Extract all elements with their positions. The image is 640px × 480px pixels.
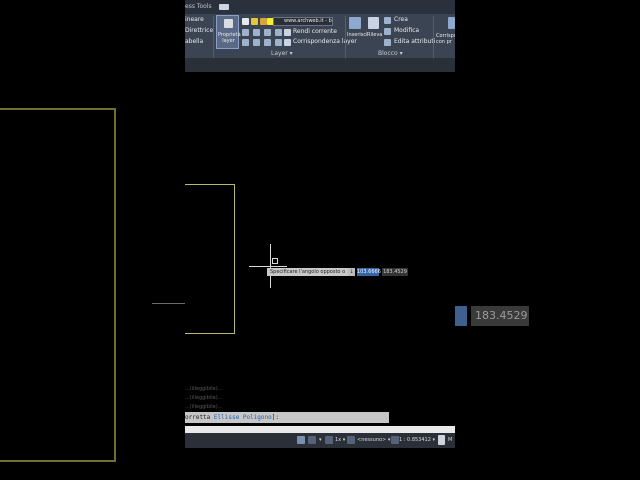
- layer-tool-icon[interactable]: [275, 29, 282, 36]
- block-group-label[interactable]: Blocco ▾: [378, 50, 403, 57]
- ghost-line: [152, 303, 185, 304]
- match-layer-button[interactable]: Corrispondenza layer: [293, 38, 357, 46]
- layer-group-text: Layer: [271, 50, 288, 57]
- command-line[interactable]: orretta Ellisse Poligono]:: [185, 412, 389, 423]
- modify-block-button[interactable]: Modifica: [394, 27, 419, 35]
- create-block-button[interactable]: Crea: [394, 16, 408, 24]
- osnap-icon[interactable]: [325, 436, 333, 444]
- cursor-pickbox: [272, 258, 278, 264]
- ribbon-separator: [213, 16, 214, 60]
- tab-toggle-icon[interactable]: [219, 4, 229, 10]
- lock-icon[interactable]: [260, 18, 267, 25]
- layer-properties-button[interactable]: Proprietà layer: [216, 15, 241, 49]
- sun-icon[interactable]: [251, 18, 258, 25]
- command-history-line: ...(illeggibile)...: [185, 404, 223, 410]
- command-option-polygon[interactable]: Poligono: [243, 414, 272, 421]
- dynamic-input-field-1[interactable]: 103.6666: [357, 268, 381, 276]
- model-space-button[interactable]: M: [448, 435, 452, 446]
- edit-attributes-icon[interactable]: [384, 39, 391, 46]
- edit-block-icon[interactable]: [368, 17, 379, 29]
- snap-icon[interactable]: [297, 436, 305, 444]
- ribbon-separator: [433, 16, 434, 60]
- lightbulb-icon[interactable]: [242, 18, 249, 25]
- drawing-rectangle: [185, 184, 235, 334]
- make-current-button[interactable]: Rendi corrente: [293, 28, 337, 36]
- match-properties-icon[interactable]: [448, 17, 455, 29]
- modify-block-icon[interactable]: [384, 28, 391, 35]
- layer-tool-icon[interactable]: [264, 39, 271, 46]
- tab-express-tools[interactable]: ess Tools: [185, 0, 212, 14]
- edit-block-button[interactable]: Rileva: [367, 31, 382, 39]
- edit-attributes-button[interactable]: Edita attributi: [394, 38, 435, 46]
- ribbon-tab-bar: ess Tools: [185, 0, 455, 14]
- ghost-dynamic-input: 183.4529: [453, 306, 529, 326]
- layer-tool-icon[interactable]: [253, 39, 260, 46]
- match-properties-button[interactable]: Corrispo con pr: [436, 33, 455, 45]
- dynamic-input-field-2[interactable]: 183.4529: [382, 268, 408, 276]
- match-layer-icon[interactable]: [284, 39, 291, 46]
- annot-table[interactable]: abella: [185, 38, 203, 46]
- dynamic-input-prompt: Specificare l'angolo opposto o: [267, 268, 355, 276]
- gear-icon[interactable]: [347, 436, 355, 444]
- layout-tabs-strip: [185, 426, 455, 433]
- insert-button[interactable]: Inserisci: [347, 31, 368, 39]
- layer-dropdown[interactable]: www.archweb.it - bl: [273, 17, 333, 26]
- command-prefix: orretta: [185, 414, 211, 421]
- annotation-scale-dropdown[interactable]: <nessuno> ▾: [357, 435, 390, 446]
- annot-leader[interactable]: Direttrice: [185, 27, 213, 35]
- scale-value: 1 : 0.853412: [399, 437, 431, 443]
- polar-icon[interactable]: [308, 436, 316, 444]
- command-suffix: ]:: [271, 414, 279, 421]
- ghost-input-box: [453, 306, 467, 326]
- cad-window: ess Tools ineare Direttrice abella Propr…: [185, 0, 455, 452]
- ghost-value: 183.4529: [471, 306, 529, 326]
- ribbon-separator: [345, 16, 346, 60]
- annotation-scale-value: <nessuno>: [357, 437, 387, 443]
- layer-stack-icon: [224, 19, 233, 28]
- command-option-ellipse[interactable]: Ellisse: [214, 414, 239, 421]
- background-ghost-frame: [0, 108, 116, 462]
- crosshair-vertical: [270, 244, 271, 288]
- layer-tool-icon[interactable]: [242, 39, 249, 46]
- crosshair-horizontal: [249, 266, 287, 267]
- status-bar: ▾ 1x ▾ <nessuno> ▾ 1 : 0.853412 ▾ M: [185, 433, 455, 448]
- command-history-line: ...(illeggibile)...: [185, 386, 223, 392]
- units-label[interactable]: 1x ▾: [335, 435, 345, 446]
- scale-icon[interactable]: [391, 436, 399, 444]
- command-history-line: ...(illeggibile)...: [185, 395, 223, 401]
- document-tab-strip: [185, 58, 455, 72]
- ribbon: ess Tools ineare Direttrice abella Propr…: [185, 0, 455, 72]
- block-group-text: Blocco: [378, 50, 398, 57]
- scale-dropdown[interactable]: 1 : 0.853412 ▾: [399, 435, 435, 446]
- make-current-icon[interactable]: [284, 29, 291, 36]
- layer-properties-label: Proprietà layer: [218, 32, 241, 44]
- layer-tool-icon[interactable]: [264, 29, 271, 36]
- layer-tool-icon[interactable]: [253, 29, 260, 36]
- insert-block-icon[interactable]: [349, 17, 361, 29]
- direction-dropdown-icon[interactable]: ▾: [319, 435, 322, 446]
- layer-tool-icon[interactable]: [242, 29, 249, 36]
- layer-tool-icon[interactable]: [275, 39, 282, 46]
- lock-icon[interactable]: [438, 435, 445, 445]
- annot-linear[interactable]: ineare: [185, 16, 204, 24]
- create-block-icon[interactable]: [384, 17, 391, 24]
- layer-group-label[interactable]: Layer ▾: [271, 50, 293, 57]
- prompt-options-arrow[interactable]: ↓: [348, 268, 355, 276]
